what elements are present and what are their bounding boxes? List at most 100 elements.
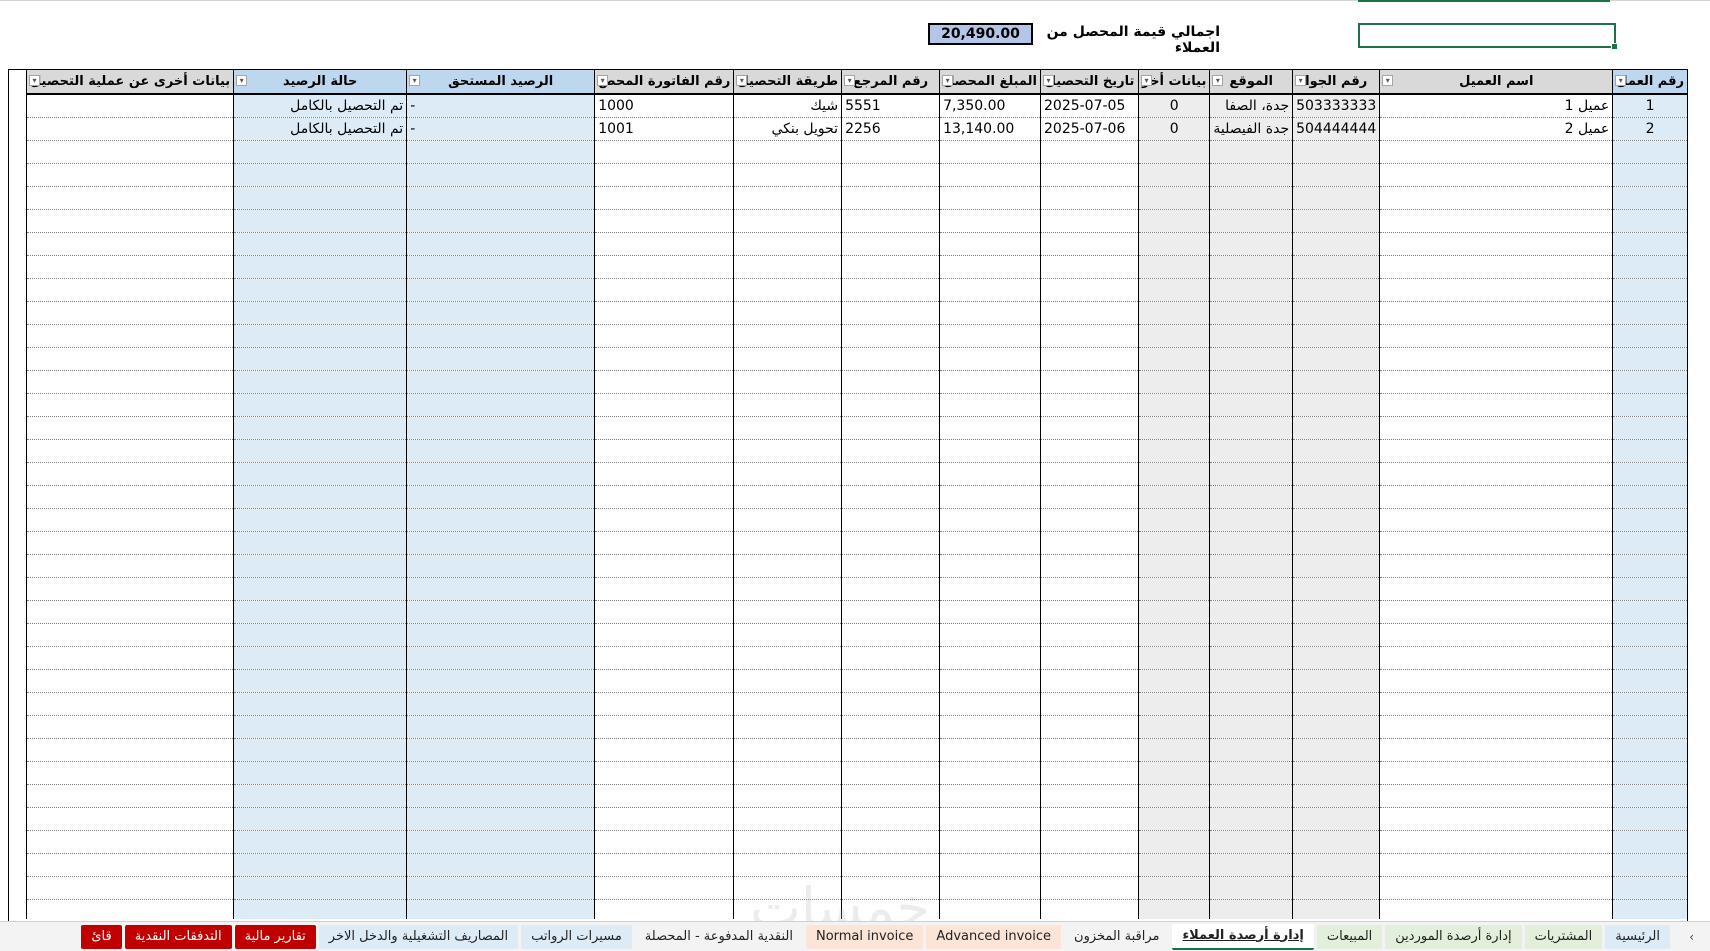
table-cell[interactable] <box>1612 715 1688 739</box>
table-cell[interactable] <box>25 117 235 141</box>
table-cell[interactable] <box>1292 163 1381 187</box>
dropdown-arrow-icon[interactable]: ▾ <box>1141 75 1152 86</box>
table-cell[interactable] <box>939 508 1041 532</box>
table-cell[interactable] <box>233 669 408 693</box>
table-cell[interactable] <box>1379 600 1614 624</box>
table-cell[interactable] <box>406 623 596 647</box>
table-cell[interactable] <box>733 439 843 463</box>
table-cell[interactable] <box>1379 876 1614 900</box>
active-cell[interactable] <box>1358 23 1618 50</box>
table-cell[interactable] <box>1209 232 1294 256</box>
table-cell[interactable] <box>1040 554 1139 578</box>
table-cell[interactable] <box>233 324 408 348</box>
table-cell[interactable] <box>841 554 941 578</box>
table-cell[interactable] <box>841 830 941 854</box>
table-cell[interactable] <box>594 807 735 831</box>
table-cell[interactable] <box>406 692 596 716</box>
table-cell[interactable] <box>1292 232 1381 256</box>
table-cell[interactable] <box>1379 577 1614 601</box>
table-cell[interactable]: تم التحصيل بالكامل <box>233 94 408 118</box>
table-cell[interactable]: تم التحصيل بالكامل <box>233 117 408 141</box>
table-cell[interactable] <box>1612 784 1688 808</box>
table-cell[interactable] <box>1379 715 1614 739</box>
table-cell[interactable] <box>1137 209 1211 233</box>
table-cell[interactable]: جدة، الصفا <box>1209 94 1294 118</box>
table-cell[interactable] <box>25 853 235 877</box>
table-cell[interactable] <box>1040 577 1139 601</box>
table-cell[interactable] <box>939 324 1041 348</box>
table-cell[interactable] <box>1612 416 1688 440</box>
table-cell[interactable]: 1000 <box>594 94 735 118</box>
table-cell[interactable] <box>733 508 843 532</box>
sheet-tab[interactable]: الرئيسية <box>1605 924 1670 949</box>
table-cell[interactable] <box>1137 876 1211 900</box>
table-cell[interactable] <box>1612 255 1688 279</box>
table-cell[interactable] <box>1040 761 1139 785</box>
table-cell[interactable] <box>733 278 843 302</box>
table-cell[interactable] <box>1137 416 1211 440</box>
table-cell[interactable] <box>1137 669 1211 693</box>
table-cell[interactable] <box>406 807 596 831</box>
table-cell[interactable] <box>1137 807 1211 831</box>
table-cell[interactable] <box>25 439 235 463</box>
table-cell[interactable]: 0 <box>1137 94 1211 118</box>
table-cell[interactable] <box>594 761 735 785</box>
table-cell[interactable] <box>25 623 235 647</box>
table-cell[interactable]: 1 <box>1612 94 1688 118</box>
table-cell[interactable] <box>939 439 1041 463</box>
table-cell[interactable] <box>1040 485 1139 509</box>
table-cell[interactable] <box>406 232 596 256</box>
table-cell[interactable] <box>25 761 235 785</box>
table-cell[interactable] <box>939 669 1041 693</box>
table-cell[interactable] <box>841 623 941 647</box>
table-cell[interactable] <box>594 669 735 693</box>
table-cell[interactable] <box>594 439 735 463</box>
table-cell[interactable] <box>233 692 408 716</box>
table-cell[interactable] <box>1612 393 1688 417</box>
table-cell[interactable] <box>1379 531 1614 555</box>
table-cell[interactable]: تحويل بنكي <box>733 117 843 141</box>
table-cell[interactable] <box>1209 876 1294 900</box>
table-cell[interactable] <box>1040 669 1139 693</box>
table-cell[interactable] <box>939 255 1041 279</box>
table-cell[interactable] <box>1292 531 1381 555</box>
table-cell[interactable] <box>1137 324 1211 348</box>
table-cell[interactable] <box>25 784 235 808</box>
table-cell[interactable] <box>25 163 235 187</box>
table-cell[interactable] <box>1379 209 1614 233</box>
table-cell[interactable]: - <box>406 117 596 141</box>
table-cell[interactable] <box>1040 784 1139 808</box>
table-cell[interactable] <box>939 623 1041 647</box>
table-cell[interactable] <box>406 508 596 532</box>
table-cell[interactable] <box>1379 508 1614 532</box>
table-cell[interactable] <box>406 278 596 302</box>
sheet-tab[interactable]: المشتريات <box>1524 924 1603 949</box>
table-cell[interactable] <box>841 485 941 509</box>
dropdown-arrow-icon[interactable]: ▾ <box>736 75 748 86</box>
table-cell[interactable] <box>233 370 408 394</box>
table-cell[interactable]: عميل 1 <box>1379 94 1614 118</box>
table-cell[interactable] <box>733 577 843 601</box>
table-cell[interactable] <box>733 393 843 417</box>
column-header[interactable]: رقم المرجع ▾ <box>841 69 941 95</box>
table-cell[interactable] <box>1612 899 1688 919</box>
dropdown-arrow-icon[interactable]: ▾ <box>942 75 954 86</box>
table-cell[interactable] <box>406 646 596 670</box>
table-cell[interactable] <box>25 600 235 624</box>
table-cell[interactable] <box>1292 439 1381 463</box>
column-header[interactable]: المبلغ المحصل ▾ <box>939 69 1041 95</box>
table-cell[interactable] <box>1379 853 1614 877</box>
table-cell[interactable] <box>1137 531 1211 555</box>
table-cell[interactable] <box>1040 140 1139 164</box>
table-cell[interactable] <box>406 393 596 417</box>
table-cell[interactable] <box>1612 830 1688 854</box>
table-cell[interactable] <box>233 646 408 670</box>
table-cell[interactable] <box>1137 186 1211 210</box>
table-cell[interactable] <box>233 577 408 601</box>
table-cell[interactable] <box>733 853 843 877</box>
table-cell[interactable] <box>233 738 408 762</box>
table-cell[interactable] <box>1137 738 1211 762</box>
table-cell[interactable] <box>1379 669 1614 693</box>
table-cell[interactable] <box>1379 347 1614 371</box>
table-cell[interactable] <box>25 416 235 440</box>
